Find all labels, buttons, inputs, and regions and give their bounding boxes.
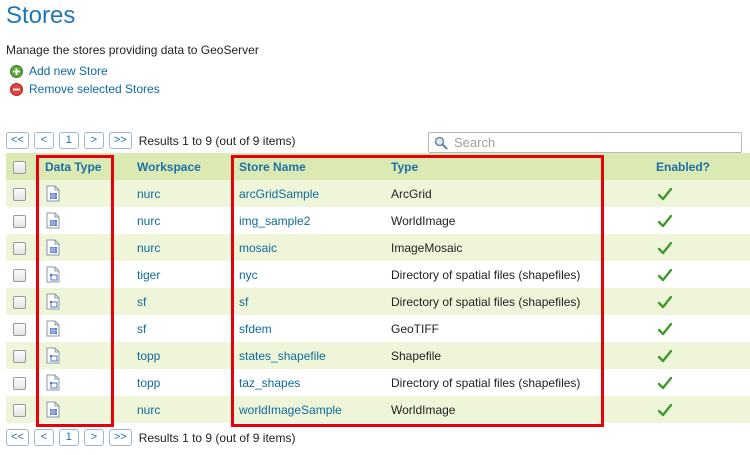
prev-page-button[interactable]: < <box>33 429 54 446</box>
enabled-check-icon <box>657 322 673 336</box>
enabled-check-icon <box>657 403 673 417</box>
table-header-row: Data Type Workspace Store Name Type Enab… <box>6 153 750 180</box>
workspace-link[interactable]: nurc <box>137 187 160 201</box>
search-input[interactable] <box>454 135 734 150</box>
workspace-link[interactable]: sf <box>137 322 146 336</box>
first-page-button[interactable]: << <box>6 132 29 149</box>
last-page-button[interactable]: >> <box>108 132 132 149</box>
store-type: ImageMosaic <box>391 240 463 255</box>
remove-selected-stores-link[interactable]: Remove selected Stores <box>10 82 160 96</box>
header-store-name[interactable]: Store Name <box>232 153 384 180</box>
vector-icon <box>46 374 60 391</box>
workspace-link[interactable]: tiger <box>137 268 160 282</box>
vector-icon <box>46 266 60 283</box>
header-data-type[interactable]: Data Type <box>38 153 130 180</box>
store-type: Directory of spatial files (shapefiles) <box>391 267 581 282</box>
table-row: nurc mosaic ImageMosaic <box>6 234 750 261</box>
enabled-check-icon <box>657 295 673 309</box>
prev-page-button[interactable]: < <box>33 132 54 149</box>
store-name-link[interactable]: worldImageSample <box>239 403 342 417</box>
workspace-link[interactable]: nurc <box>137 403 160 417</box>
pager-bottom: << < 1 > >> Results 1 to 9 (out of 9 ite… <box>6 429 295 446</box>
next-page-button[interactable]: > <box>83 429 104 446</box>
row-checkbox[interactable] <box>13 322 26 336</box>
raster-icon <box>46 212 60 229</box>
add-new-store-link[interactable]: Add new Store <box>10 64 108 78</box>
row-checkbox[interactable] <box>13 376 26 390</box>
table-row: nurc img_sample2 WorldImage <box>6 207 750 234</box>
pager-top: << < 1 > >> Results 1 to 9 (out of 9 ite… <box>6 132 295 149</box>
workspace-link[interactable]: sf <box>137 295 146 309</box>
search-box[interactable] <box>428 132 742 153</box>
remove-icon <box>10 82 23 96</box>
row-checkbox[interactable] <box>13 295 26 309</box>
raster-icon <box>46 185 60 202</box>
remove-selected-stores-label: Remove selected Stores <box>29 82 160 96</box>
store-type: GeoTIFF <box>391 321 440 336</box>
store-name-link[interactable]: nyc <box>239 268 258 282</box>
enabled-check-icon <box>657 214 673 228</box>
page-1-button[interactable]: 1 <box>58 429 79 446</box>
enabled-check-icon <box>657 268 673 282</box>
store-type: Directory of spatial files (shapefiles) <box>391 375 581 390</box>
store-type: Shapefile <box>391 348 442 363</box>
enabled-check-icon <box>657 187 673 201</box>
next-page-button[interactable]: > <box>83 132 104 149</box>
row-checkbox[interactable] <box>13 268 26 282</box>
store-name-link[interactable]: mosaic <box>239 241 277 255</box>
store-name-link[interactable]: img_sample2 <box>239 214 310 228</box>
table-row: tiger nyc Directory of spatial files (shap… <box>6 261 750 288</box>
vector-icon <box>46 347 60 364</box>
enabled-check-icon <box>657 376 673 390</box>
row-checkbox[interactable] <box>13 187 26 201</box>
vector-icon <box>46 293 60 310</box>
row-checkbox[interactable] <box>13 349 26 363</box>
page-1-button[interactable]: 1 <box>58 132 79 149</box>
select-all-header <box>6 153 38 180</box>
add-new-store-label: Add new Store <box>29 64 108 78</box>
table-row: nurc arcGridSample ArcGrid <box>6 180 750 207</box>
table-row: sf sf Directory of spatial files (shapefil… <box>6 288 750 315</box>
search-icon <box>434 136 448 150</box>
first-page-button[interactable]: << <box>6 429 29 446</box>
add-icon <box>10 64 23 78</box>
last-page-button[interactable]: >> <box>108 429 132 446</box>
raster-icon <box>46 320 60 337</box>
workspace-link[interactable]: nurc <box>137 214 160 228</box>
store-name-link[interactable]: arcGridSample <box>239 187 319 201</box>
table-row: nurc worldImageSample WorldImage <box>6 396 750 423</box>
store-type: WorldImage <box>391 402 456 417</box>
header-enabled[interactable]: Enabled? <box>649 153 750 180</box>
row-checkbox[interactable] <box>13 214 26 228</box>
store-name-link[interactable]: sf <box>239 295 248 309</box>
results-info: Results 1 to 9 (out of 9 items) <box>138 133 296 148</box>
store-name-link[interactable]: sfdem <box>239 322 272 336</box>
results-info: Results 1 to 9 (out of 9 items) <box>138 430 296 445</box>
workspace-link[interactable]: topp <box>137 349 160 363</box>
stores-table: Data Type Workspace Store Name Type Enab… <box>6 153 750 423</box>
table-row: topp states_shapefile Shapefile <box>6 342 750 369</box>
row-checkbox[interactable] <box>13 403 26 417</box>
store-type: ArcGrid <box>391 186 432 201</box>
workspace-link[interactable]: topp <box>137 376 160 390</box>
table-row: sf sfdem GeoTIFF <box>6 315 750 342</box>
enabled-check-icon <box>657 241 673 255</box>
enabled-check-icon <box>657 349 673 363</box>
header-type[interactable]: Type <box>384 153 649 180</box>
store-type: Directory of spatial files (shapefiles) <box>391 294 581 309</box>
select-all-checkbox[interactable] <box>13 160 26 174</box>
table-row: topp taz_shapes Directory of spatial files… <box>6 369 750 396</box>
raster-icon <box>46 239 60 256</box>
page-title: Stores <box>6 2 76 29</box>
header-workspace[interactable]: Workspace <box>130 153 232 180</box>
workspace-link[interactable]: nurc <box>137 241 160 255</box>
store-name-link[interactable]: taz_shapes <box>239 376 300 390</box>
raster-icon <box>46 401 60 418</box>
store-type: WorldImage <box>391 213 456 228</box>
store-name-link[interactable]: states_shapefile <box>239 349 326 363</box>
page-description: Manage the stores providing data to GeoS… <box>6 43 259 57</box>
row-checkbox[interactable] <box>13 241 26 255</box>
